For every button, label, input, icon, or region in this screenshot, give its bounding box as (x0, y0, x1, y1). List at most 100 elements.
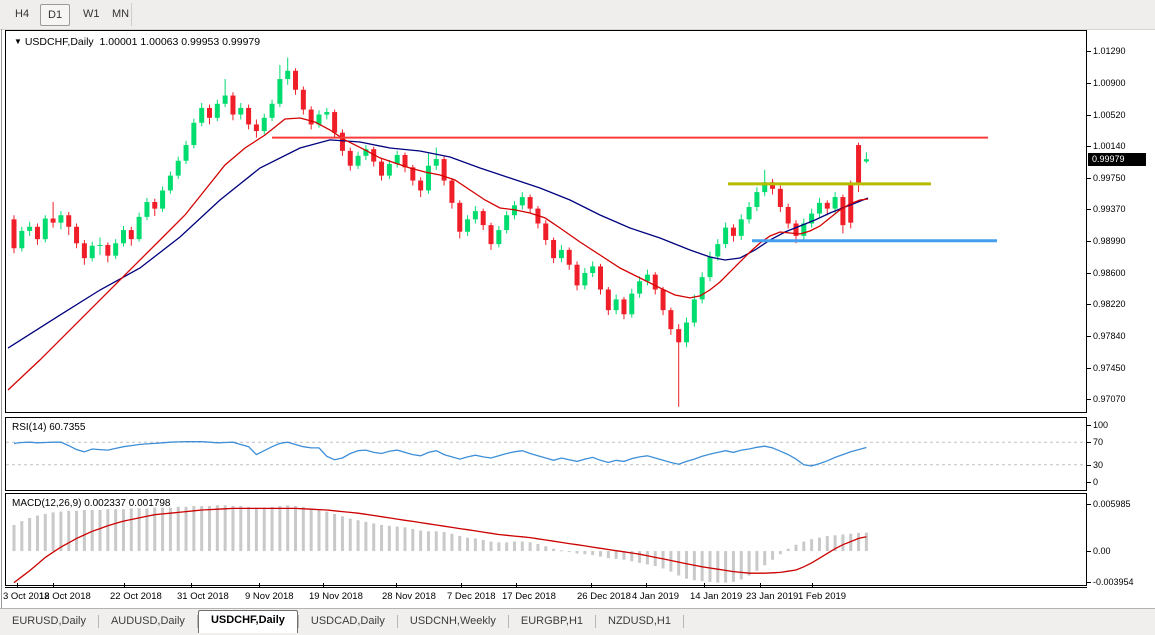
macd-histogram-bar (411, 529, 414, 551)
window-edge (1, 29, 2, 609)
bear-candle (309, 110, 314, 125)
bull-candle (754, 192, 759, 207)
price-tick-label: 0.97450 (1093, 364, 1126, 373)
rsi-tick (1087, 482, 1091, 483)
macd-histogram-bar (529, 542, 532, 551)
time-axis-line (5, 587, 1087, 588)
macd-histogram-bar (490, 542, 493, 551)
timeframe-toolbar: H4D1W1MN (0, 0, 1155, 30)
chart-tab-usdcad[interactable]: USDCAD,Daily (299, 612, 397, 631)
macd-histogram-bar (576, 551, 579, 553)
macd-histogram-bar (591, 551, 594, 555)
macd-histogram-bar (192, 506, 195, 551)
macd-histogram-bar (748, 551, 751, 575)
bull-candle (723, 228, 728, 245)
time-tick-label: 31 Oct 2018 (177, 591, 229, 602)
bull-candle (614, 299, 619, 310)
time-tick (812, 583, 813, 587)
macd-histogram-bar (271, 507, 274, 551)
macd-histogram-bar (615, 551, 618, 559)
time-tick-label: 1 Feb 2019 (798, 591, 846, 602)
macd-histogram-bar (818, 538, 821, 551)
time-tick (191, 583, 192, 587)
bear-candle (825, 203, 830, 209)
macd-canvas[interactable] (6, 495, 1086, 585)
macd-histogram-bar (325, 512, 328, 551)
macd-histogram-bar (114, 509, 117, 551)
price-tick (1087, 209, 1091, 210)
macd-histogram-bar (357, 520, 360, 551)
macd-histogram-bar (646, 551, 649, 564)
chart-tab-usdcnh[interactable]: USDCNH,Weekly (398, 612, 508, 631)
bull-candle (199, 108, 204, 123)
time-tick (704, 583, 705, 587)
macd-histogram-bar (482, 540, 485, 551)
macd-histogram-bar (364, 522, 367, 551)
bull-candle (137, 217, 142, 239)
rsi-canvas[interactable] (6, 418, 1086, 489)
chart-tab-nzdusd[interactable]: NZDUSD,H1 (596, 612, 683, 631)
price-tick-label: 0.97070 (1093, 395, 1126, 404)
macd-histogram-bar (169, 508, 172, 551)
macd-histogram-bar (536, 544, 539, 551)
bull-candle (215, 104, 220, 118)
macd-signal-line (14, 508, 866, 582)
macd-histogram-bar (83, 510, 86, 551)
bull-candle (285, 71, 290, 79)
bear-candle (129, 230, 134, 239)
price-tick (1087, 51, 1091, 52)
bull-candle (58, 215, 63, 222)
bull-candle (262, 118, 267, 131)
macd-histogram-bar (497, 542, 500, 551)
time-tick-label: 28 Nov 2018 (382, 591, 436, 602)
chart-tab-eurgbp[interactable]: EURGBP,H1 (509, 612, 595, 631)
price-tick (1087, 368, 1091, 369)
macd-histogram-bar (802, 542, 805, 551)
macd-histogram-bar (130, 508, 133, 551)
timeframe-button-h4[interactable]: H4 (8, 4, 36, 24)
macd-histogram-bar (286, 505, 289, 551)
macd-histogram-bar (716, 551, 719, 583)
macd-histogram-bar (474, 538, 477, 551)
price-chart-canvas[interactable] (6, 31, 1086, 411)
timeframe-button-d1[interactable]: D1 (40, 4, 70, 26)
macd-histogram-bar (724, 551, 727, 583)
macd-tick (1087, 551, 1091, 552)
macd-histogram-bar (200, 506, 203, 551)
bull-candle (43, 219, 48, 240)
bull-candle (739, 219, 744, 236)
time-tick (53, 583, 54, 587)
time-tick-label: 23 Jan 2019 (746, 591, 798, 602)
timeframe-button-w1[interactable]: W1 (76, 4, 107, 24)
chart-tab-audusd[interactable]: AUDUSD,Daily (99, 612, 197, 631)
rsi-tick-label: 30 (1093, 461, 1103, 470)
time-tick-label: 4 Jan 2019 (632, 591, 679, 602)
price-tick-label: 1.00520 (1093, 111, 1126, 120)
bull-candle (637, 281, 642, 293)
macd-histogram-bar (607, 551, 610, 558)
macd-histogram-bar (826, 536, 829, 551)
macd-histogram-bar (521, 542, 524, 551)
time-tick (461, 583, 462, 587)
macd-histogram-bar (333, 514, 336, 551)
chart-tab-usdchf[interactable]: USDCHF,Daily (198, 610, 298, 633)
chart-tab-eurusd[interactable]: EURUSD,Daily (0, 612, 98, 631)
bull-candle (582, 273, 587, 285)
bear-candle (856, 145, 861, 183)
macd-histogram-bar (654, 551, 657, 566)
bear-candle (840, 197, 845, 225)
bear-candle (12, 219, 17, 248)
macd-histogram-bar (505, 542, 508, 551)
bull-candle (27, 227, 32, 231)
macd-histogram-bar (443, 532, 446, 551)
bull-candle (465, 219, 470, 231)
bull-candle (160, 190, 165, 208)
price-tick (1087, 146, 1091, 147)
macd-histogram-bar (317, 510, 320, 551)
bull-candle (692, 299, 697, 322)
bear-candle (82, 243, 87, 258)
current-price-tag: 0.99979 (1088, 153, 1146, 166)
slow-ma-line (8, 140, 868, 348)
toolbar-separator (131, 3, 132, 26)
macd-histogram-bar (435, 531, 438, 551)
